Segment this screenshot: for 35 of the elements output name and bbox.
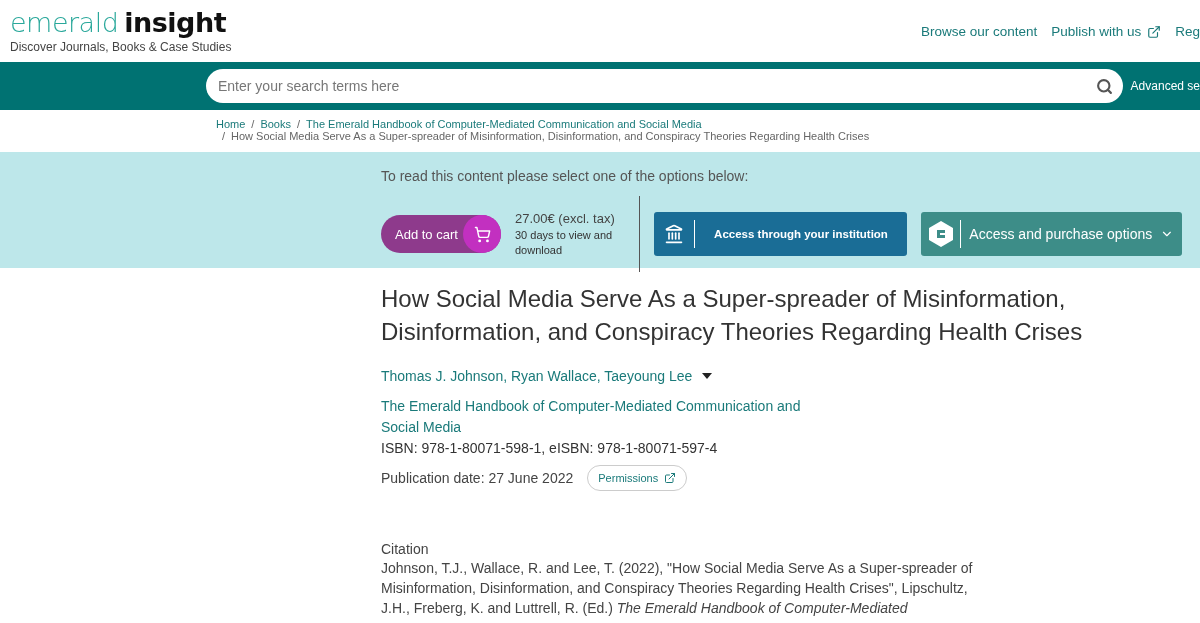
nav-link[interactable]: Publish with us [1051, 24, 1162, 39]
external-link-icon [664, 472, 677, 484]
institution-access-button[interactable]: Access through your institution [654, 212, 907, 256]
advanced-search-link[interactable]: Advanced se [1130, 79, 1200, 93]
tagline: Discover Journals, Books & Case Studies [10, 40, 232, 54]
price-note: 30 days to view and download [515, 227, 614, 258]
breadcrumb-link[interactable]: Home [216, 118, 246, 130]
publication-date: Publication date: 27 June 2022 [381, 470, 574, 486]
permissions-button[interactable]: Permissions [587, 465, 688, 491]
book-link[interactable]: The Emerald Handbook of Computer-Mediated Communication and Social Media [381, 396, 801, 438]
search-icon[interactable] [1095, 77, 1113, 95]
search-bar[interactable]: Enter your search terms here [206, 69, 1123, 103]
logo[interactable]: emerald insight [10, 8, 232, 38]
chapter-title: How Social Media Serve As a Super-spreader of Misinformation, Disinformation, and Conspiracy Theories Regarding Health Crises [381, 284, 1084, 347]
nav-link[interactable]: Browse our content [920, 24, 1038, 39]
breadcrumb-separator: / [222, 130, 226, 142]
breadcrumb-link[interactable]: The Emerald Handbook of Computer-Mediated Communication and Social Media [306, 118, 702, 130]
access-prompt: To read this content please select one of the options below: [381, 168, 750, 184]
cart-icon [473, 225, 491, 243]
price: 27.00€ (excl. tax) [515, 210, 616, 226]
authors-link[interactable]: Thomas J. Johnson, Ryan Wallace, Taeyoung Lee [381, 368, 693, 384]
nav-link[interactable]: Reg [1175, 24, 1200, 39]
hexagon-logo-icon [927, 220, 954, 248]
purchase-options-button[interactable]: Access and purchase options [921, 212, 1182, 256]
breadcrumb-separator: / [251, 118, 255, 130]
add-to-cart-button[interactable]: Add to cart [381, 215, 501, 253]
caret-icon[interactable] [702, 373, 713, 379]
isbn-text: ISBN: 978-1-80071-598-1, eISBN: 978-1-80071-597-4 [381, 439, 719, 458]
institution-icon [664, 224, 684, 244]
external-link-icon [1147, 24, 1162, 39]
citation-heading: Citation [381, 541, 430, 557]
breadcrumb-link[interactable]: Books [260, 118, 291, 130]
citation-text: Johnson, T.J., Wallace, R. and Lee, T. (2022), "How Social Media Serve As a Super-spreader of Misinformation, Disinformation, and Conspiracy Theories Regarding Health Crises", Lipschultz, J.H., Freberg, K. and Luttrell, R. (Ed.) The Emerald Handbook of Computer-Mediated [381, 559, 974, 618]
breadcrumb-separator: / [297, 118, 301, 130]
breadcrumb-current: How Social Media Serve As a Super-spreader of Misinformation, Disinformation, and Conspiracy Theories Regarding Health Crises [231, 130, 870, 142]
